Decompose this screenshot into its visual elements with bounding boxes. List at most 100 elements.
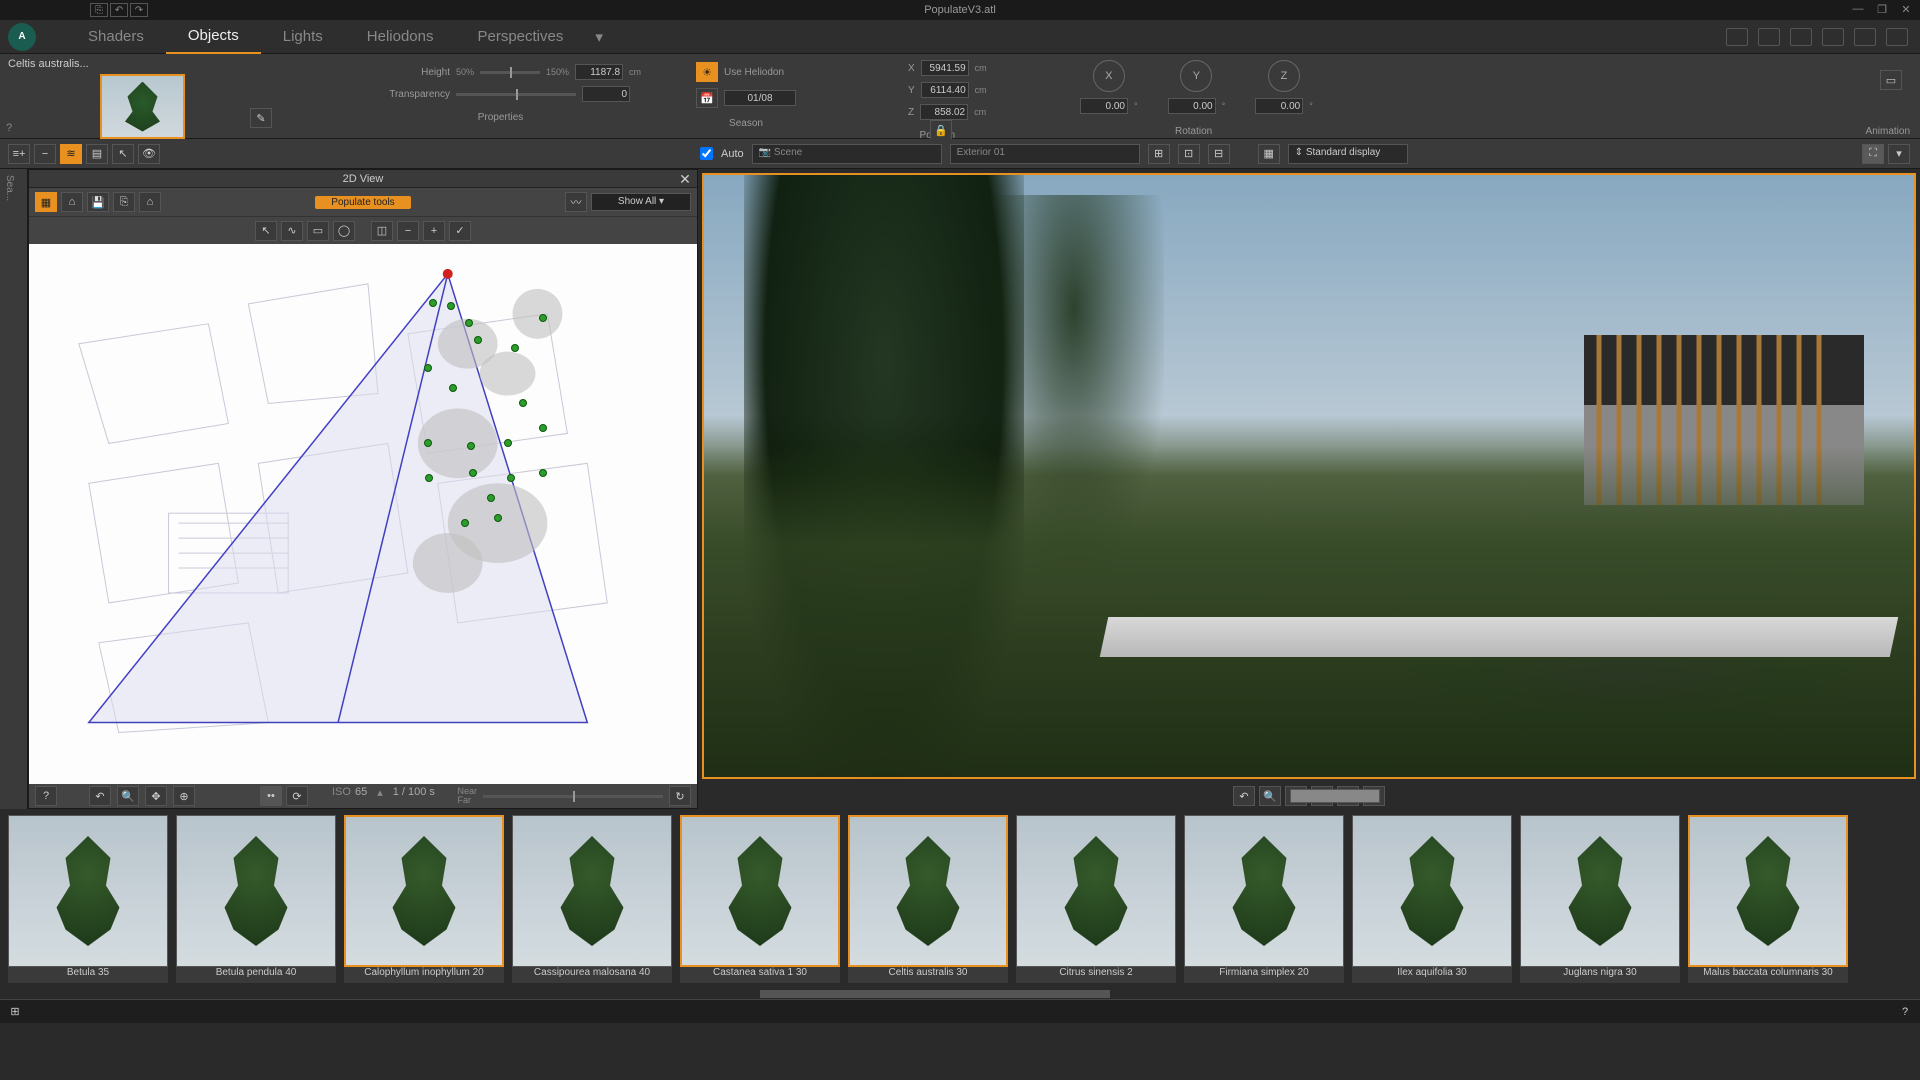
map-undo[interactable]: ↶ bbox=[89, 786, 111, 806]
catalog-item[interactable]: Malus baccata columnaris 30 bbox=[1688, 815, 1848, 983]
menu-heliodons[interactable]: Heliodons bbox=[345, 20, 456, 53]
map-reset[interactable]: ↻ bbox=[669, 786, 691, 806]
menuicon-4[interactable] bbox=[1822, 28, 1844, 46]
shape-minus[interactable]: − bbox=[397, 221, 419, 241]
shape-ellipse[interactable]: ◯ bbox=[333, 221, 355, 241]
catalog-item[interactable]: Firmiana simplex 20 bbox=[1184, 815, 1344, 983]
view-btn-3[interactable]: ⊟ bbox=[1208, 144, 1230, 164]
rot-y-input[interactable] bbox=[1168, 98, 1216, 114]
height-input[interactable] bbox=[575, 64, 623, 80]
position-lock-icon[interactable]: 🔒 bbox=[930, 120, 952, 140]
showall-dropdown[interactable]: Show All ▾ bbox=[591, 193, 691, 211]
sun-icon[interactable]: ☀ bbox=[696, 62, 718, 82]
menu-perspectives[interactable]: Perspectives bbox=[455, 20, 585, 53]
view2d-tool-grid[interactable]: ▦ bbox=[35, 192, 57, 212]
catalog-item[interactable]: Celtis australis 30 bbox=[848, 815, 1008, 983]
menuicon-3[interactable] bbox=[1790, 28, 1812, 46]
sb-help[interactable]: ? bbox=[1898, 1005, 1912, 1019]
animation-toggle[interactable]: ▭ bbox=[1880, 70, 1902, 90]
object-thumbnail[interactable] bbox=[100, 74, 185, 139]
menu-more[interactable]: ▾ bbox=[585, 20, 613, 54]
rot-x-input[interactable] bbox=[1080, 98, 1128, 114]
catalog-item[interactable]: Calophyllum inophyllum 20 bbox=[344, 815, 504, 983]
tool-stack[interactable]: ▤ bbox=[86, 144, 108, 164]
minimize-button[interactable]: — bbox=[1848, 3, 1868, 17]
menuicon-2[interactable] bbox=[1758, 28, 1780, 46]
menu-shaders[interactable]: Shaders bbox=[66, 20, 166, 53]
map-move[interactable]: ✥ bbox=[145, 786, 167, 806]
shape-pointer[interactable]: ↖ bbox=[255, 221, 277, 241]
catalog-item[interactable]: Citrus sinensis 2 bbox=[1016, 815, 1176, 983]
view2d-tool-home[interactable]: ⌂ bbox=[61, 192, 83, 212]
pos-y-input[interactable] bbox=[921, 82, 969, 98]
view-dropdown[interactable]: Exterior 01 bbox=[950, 144, 1140, 164]
shape-rect[interactable]: ▭ bbox=[307, 221, 329, 241]
rot-z-input[interactable] bbox=[1255, 98, 1303, 114]
undo-icon[interactable]: ↶ bbox=[110, 3, 128, 17]
sb-1[interactable]: ⊞ bbox=[8, 1005, 22, 1019]
app-logo-icon[interactable]: A bbox=[8, 23, 36, 51]
maximize-button[interactable]: ❐ bbox=[1872, 3, 1892, 17]
light-tool-icon[interactable]: ✎ bbox=[250, 108, 272, 128]
menuicon-6[interactable] bbox=[1886, 28, 1908, 46]
transparency-input[interactable] bbox=[582, 86, 630, 102]
main-menu: A Shaders Objects Lights Heliodons Persp… bbox=[0, 20, 1920, 54]
near-far-slider[interactable] bbox=[483, 795, 663, 798]
scene-dropdown[interactable]: 📷 Scene bbox=[752, 144, 942, 164]
tool-add[interactable]: ≡+ bbox=[8, 144, 30, 164]
tool-layers[interactable]: ≋ bbox=[60, 144, 82, 164]
shape-plus[interactable]: + bbox=[423, 221, 445, 241]
view2d-tool-save[interactable]: 💾 bbox=[87, 192, 109, 212]
catalog-scrollbar[interactable] bbox=[760, 990, 1110, 998]
shape-cube[interactable]: ◫ bbox=[371, 221, 393, 241]
view2d-tool-export[interactable]: ⎘ bbox=[113, 192, 135, 212]
view-btn-2[interactable]: ⊡ bbox=[1178, 144, 1200, 164]
catalog-item[interactable]: Betula 35 bbox=[8, 815, 168, 983]
catalog-item[interactable]: Castanea sativa 1 30 bbox=[680, 815, 840, 983]
transparency-slider[interactable] bbox=[456, 93, 576, 96]
rc-dots[interactable]: •• bbox=[260, 786, 282, 806]
shape-curve[interactable]: ∿ bbox=[281, 221, 303, 241]
pos-z-input[interactable] bbox=[920, 104, 968, 120]
close-button[interactable]: ✕ bbox=[1896, 3, 1916, 17]
map-zoom[interactable]: 🔍 bbox=[117, 786, 139, 806]
save-icon[interactable]: ⎘ bbox=[90, 3, 108, 17]
rotate-z-button[interactable]: Z bbox=[1268, 60, 1300, 92]
view2d-tool-house[interactable]: ⌂ bbox=[139, 192, 161, 212]
calendar-icon[interactable]: 📅 bbox=[696, 88, 718, 108]
pos-x-input[interactable] bbox=[921, 60, 969, 76]
rc-zoom[interactable]: 🔍 bbox=[1259, 786, 1281, 806]
catalog-item[interactable]: Ilex aquifolia 30 bbox=[1352, 815, 1512, 983]
menuicon-5[interactable] bbox=[1854, 28, 1876, 46]
rc-refresh[interactable]: ⟳ bbox=[286, 786, 308, 806]
auto-checkbox[interactable] bbox=[700, 147, 713, 160]
render-viewport[interactable] bbox=[702, 173, 1916, 779]
tool-eye[interactable]: 👁 bbox=[138, 144, 160, 164]
tool-pointer[interactable]: ↖ bbox=[112, 144, 134, 164]
rc-undo[interactable]: ↶ bbox=[1233, 786, 1255, 806]
tool-minus[interactable]: − bbox=[34, 144, 56, 164]
help-icon[interactable]: ? bbox=[6, 122, 12, 134]
view2d-tool-wave[interactable]: 〰 bbox=[565, 192, 587, 212]
menu-objects[interactable]: Objects bbox=[166, 19, 261, 54]
view-more[interactable]: ▾ bbox=[1888, 144, 1910, 164]
catalog-item[interactable]: Betula pendula 40 bbox=[176, 815, 336, 983]
view-btn-1[interactable]: ⊞ bbox=[1148, 144, 1170, 164]
shape-check[interactable]: ✓ bbox=[449, 221, 471, 241]
map-canvas[interactable] bbox=[29, 244, 697, 784]
map-help[interactable]: ? bbox=[35, 786, 57, 806]
rotate-y-button[interactable]: Y bbox=[1180, 60, 1212, 92]
catalog-item[interactable]: Cassipourea malosana 40 bbox=[512, 815, 672, 983]
date-input[interactable] bbox=[724, 90, 796, 106]
menuicon-1[interactable] bbox=[1726, 28, 1748, 46]
view-btn-4[interactable]: ▦ bbox=[1258, 144, 1280, 164]
redo-icon[interactable]: ↷ bbox=[130, 3, 148, 17]
height-slider[interactable] bbox=[480, 71, 540, 74]
catalog-item[interactable]: Juglans nigra 30 bbox=[1520, 815, 1680, 983]
view-expand[interactable]: ⛶ bbox=[1862, 144, 1884, 164]
menu-lights[interactable]: Lights bbox=[261, 20, 345, 53]
rotate-x-button[interactable]: X bbox=[1093, 60, 1125, 92]
close-icon[interactable]: ✕ bbox=[677, 170, 693, 186]
display-mode-dropdown[interactable]: ⇕ Standard display bbox=[1288, 144, 1408, 164]
map-target[interactable]: ⊕ bbox=[173, 786, 195, 806]
